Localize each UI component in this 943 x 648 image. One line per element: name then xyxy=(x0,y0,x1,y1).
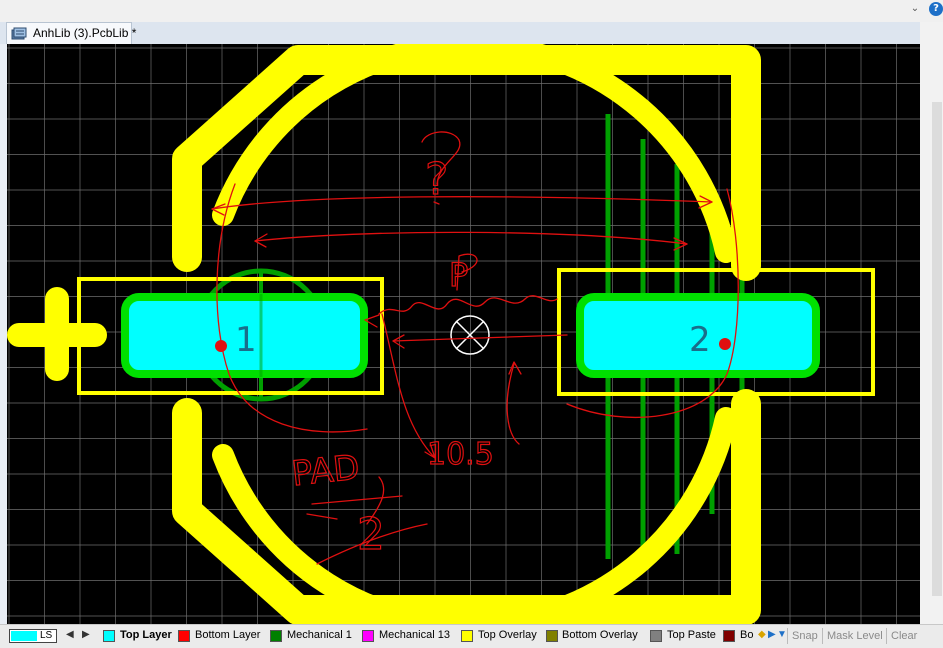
pad-2-designator: 2 xyxy=(689,320,711,360)
layer-set-label: LS xyxy=(40,630,53,641)
clear-button[interactable]: Clear xyxy=(886,628,917,644)
polarity-plus-mark xyxy=(7,287,107,381)
layer-sets-icon[interactable]: ◆ xyxy=(758,629,766,640)
mask-level-button[interactable]: Mask Level xyxy=(822,628,883,644)
annotation-two: 2 xyxy=(357,509,385,560)
layer-swatch-mechanical-1 xyxy=(270,630,282,642)
layer-swatch-top-overlay xyxy=(461,630,473,642)
collapse-chevron-icon[interactable]: ⌄ xyxy=(908,2,922,16)
annotation-pad: PAD xyxy=(290,448,362,495)
origin-marker-icon xyxy=(450,315,490,355)
layer-tab-mechanical-1[interactable]: Mechanical 1 xyxy=(287,629,352,641)
layer-tab-top-paste[interactable]: Top Paste xyxy=(667,629,716,641)
vertical-scrollbar-thumb[interactable] xyxy=(932,102,942,596)
help-icon[interactable]: ? xyxy=(929,2,943,16)
title-strip xyxy=(0,0,943,22)
layer-swatch-bottom-layer xyxy=(178,630,190,642)
layer-tab-bottom-solder[interactable]: Bo xyxy=(740,629,753,641)
current-layer-swatch[interactable]: LS xyxy=(9,629,57,643)
layer-tab-top-layer[interactable]: Top Layer xyxy=(120,629,172,641)
pcblib-file-icon xyxy=(11,27,27,40)
layer-swatch-top-paste xyxy=(650,630,662,642)
layer-tab-mechanical-13[interactable]: Mechanical 13 xyxy=(379,629,450,641)
layer-tab-bottom-layer[interactable]: Bottom Layer xyxy=(195,629,260,641)
layer-status-bar: LS ◀ ▶ Top Layer Bottom Layer Mechanical… xyxy=(0,624,943,648)
layer-tab-top-overlay[interactable]: Top Overlay xyxy=(478,629,537,641)
filter-icon[interactable]: ▼ xyxy=(777,629,787,640)
annotation-dimension: 10.5 xyxy=(427,437,494,472)
snap-button[interactable]: Snap xyxy=(787,628,818,644)
pcb-editor-canvas[interactable]: 1 2 ? P 10.5 PAD 2 xyxy=(7,44,920,624)
annotation-question: ? xyxy=(425,154,448,205)
document-tab[interactable]: AnhLib (3).PcbLib * xyxy=(6,22,136,44)
layer-swatch-bottom-solder xyxy=(723,630,735,642)
layer-tab-bottom-overlay[interactable]: Bottom Overlay xyxy=(562,629,638,641)
layer-nav-icon[interactable]: ▶ xyxy=(768,629,776,640)
layer-swatch-top-layer xyxy=(103,630,115,642)
document-tab-bar xyxy=(0,22,920,44)
layer-swatch-bottom-overlay xyxy=(546,630,558,642)
current-layer-color xyxy=(11,631,37,641)
layer-scroll-right-icon[interactable]: ▶ xyxy=(82,629,90,640)
document-tab-title: AnhLib (3).PcbLib * xyxy=(33,26,137,40)
layer-scroll-left-icon[interactable]: ◀ xyxy=(66,629,74,640)
annotation-p: P xyxy=(449,256,468,294)
layer-swatch-mechanical-13 xyxy=(362,630,374,642)
pad-1-designator: 1 xyxy=(235,320,257,360)
